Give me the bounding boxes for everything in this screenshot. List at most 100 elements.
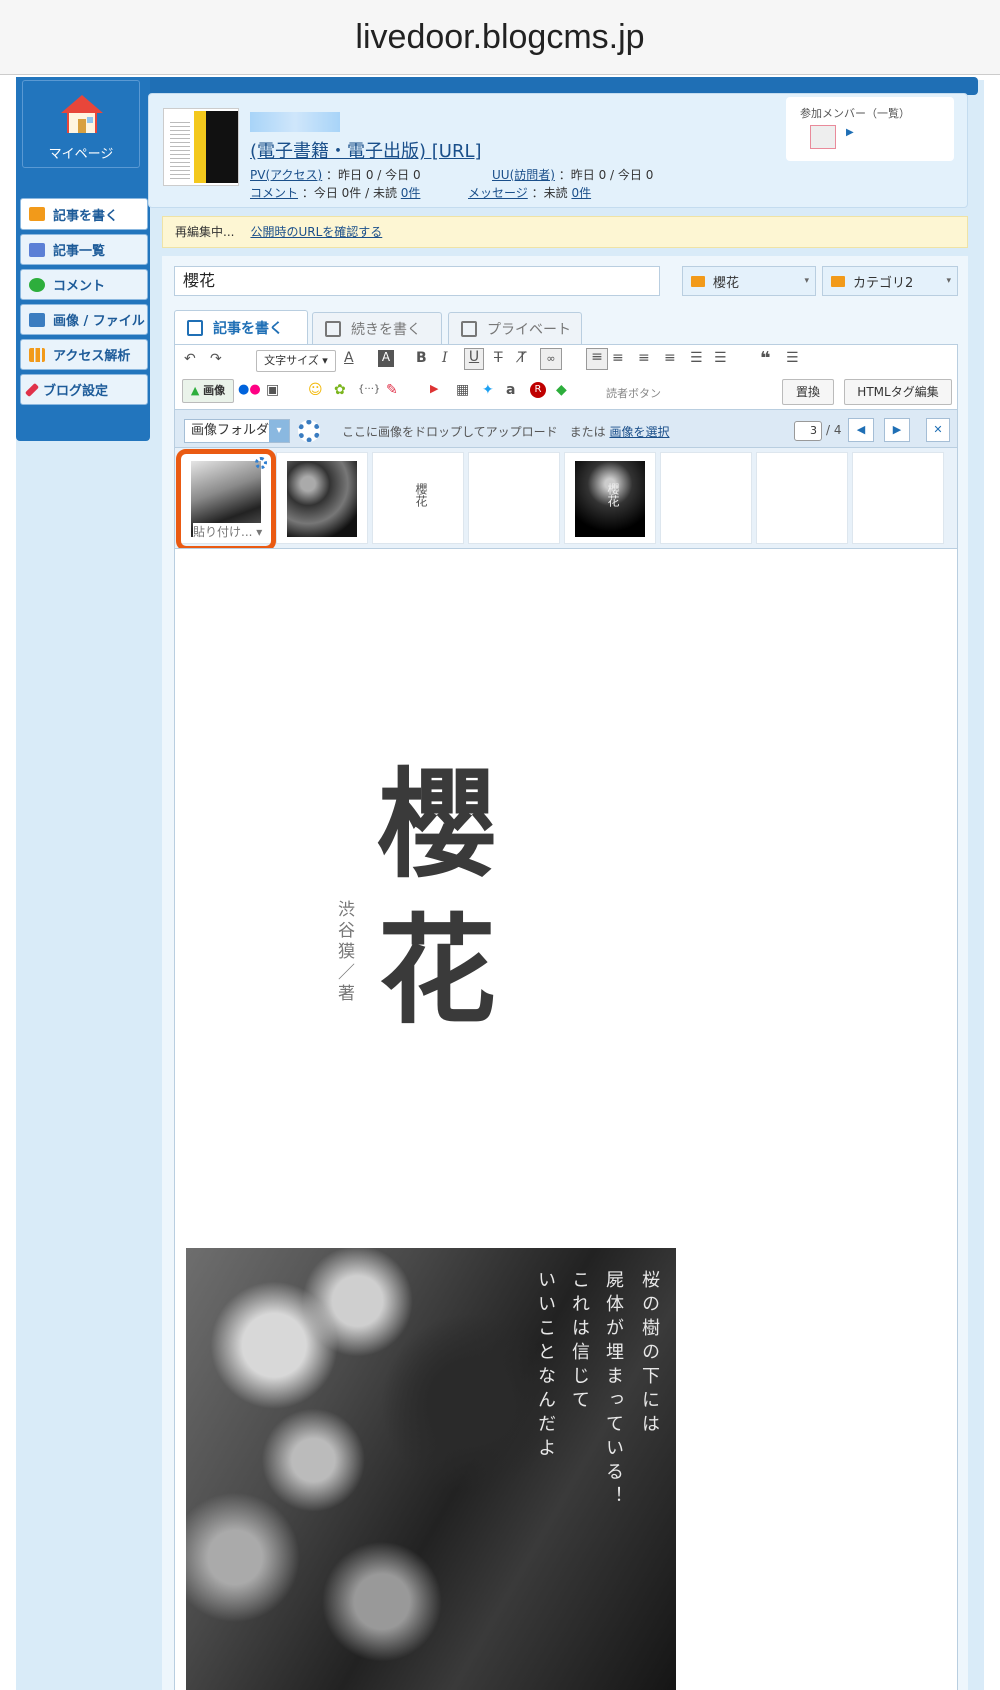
edit-icon [325, 320, 341, 337]
drop-zone-text: ここに画像をドロップしてアップロード または 画像を選択 [342, 425, 670, 439]
sidebar-item-label: ブログ設定 [43, 384, 109, 399]
image-thumbnail[interactable] [852, 452, 944, 544]
link-icon[interactable]: ∞ [540, 348, 562, 370]
sidebar-item-label: コメント [53, 279, 106, 294]
sidebar-item-settings[interactable]: ブログ設定 [20, 374, 148, 405]
font-size-select[interactable]: 文字サイズ ▾ [256, 350, 336, 372]
align-right-icon[interactable]: ≡ [638, 350, 650, 366]
wrench-icon [24, 382, 40, 397]
bold-icon[interactable]: B [416, 350, 427, 366]
align-left-icon[interactable]: ≡ [586, 348, 608, 370]
poem-line: これは信じて [569, 1270, 590, 1414]
public-url-link[interactable]: 公開時のURLを確認する [250, 225, 382, 239]
amazon-icon[interactable]: a [506, 382, 515, 398]
emoji-icon[interactable]: ☺ [308, 382, 323, 398]
background-color-icon[interactable]: A [378, 350, 394, 367]
cover-title: 櫻花 [377, 755, 496, 1040]
justify-icon[interactable]: ≡ [664, 350, 676, 366]
italic-icon[interactable]: I [442, 350, 448, 366]
house-icon [61, 95, 103, 133]
documents-icon [29, 242, 45, 257]
clear-format-icon[interactable]: T̸ [518, 350, 527, 366]
sidebar-item-write[interactable]: 記事を書く [20, 198, 148, 230]
twitter-icon[interactable]: ✦ [482, 382, 494, 398]
mypage-button[interactable]: マイページ [22, 80, 140, 168]
editing-notice: 再編集中... 公開時のURLを確認する [162, 216, 968, 248]
font-color-icon[interactable]: A [344, 350, 354, 366]
calendar-icon[interactable]: ▦ [456, 382, 469, 398]
code-icon[interactable]: {···} [358, 384, 380, 395]
blurred-blog-name [250, 112, 340, 132]
undo-icon[interactable]: ↶ [184, 351, 196, 367]
picture-icon: ▲ [190, 384, 200, 397]
instagram-icon[interactable]: ▣ [266, 382, 279, 398]
image-folder-select[interactable]: 画像フォルダ ▾ [184, 419, 290, 443]
sidebar-item-comments[interactable]: コメント [20, 269, 148, 300]
sticker-icon[interactable]: ✿ [334, 382, 346, 398]
comment-unread-link[interactable]: 0件 [401, 186, 421, 200]
blog-thumbnail[interactable] [163, 108, 239, 186]
image-thumbnail[interactable]: 櫻花 [564, 452, 656, 544]
message-link[interactable]: メッセージ [468, 186, 528, 200]
tab-write[interactable]: 記事を書く [174, 310, 308, 344]
image-thumbnail[interactable]: 櫻花 [372, 452, 464, 544]
gear-icon[interactable] [298, 420, 320, 442]
indent-icon[interactable]: ☰ [786, 350, 799, 366]
bar-chart-icon [29, 347, 45, 362]
image-insert-button[interactable]: ▲ 画像 [182, 379, 234, 403]
tab-private[interactable]: プライベート [448, 312, 582, 344]
youtube-icon[interactable]: ▶ [430, 382, 438, 395]
edit-icon [187, 319, 203, 336]
poem-line: いいことなんだよ [535, 1270, 556, 1462]
strikethrough-icon[interactable]: T [494, 350, 503, 366]
triangle-right-icon[interactable]: ▶ [846, 127, 854, 138]
sidebar-item-analytics[interactable]: アクセス解析 [20, 339, 148, 370]
sidebar-item-label: 記事を書く [53, 208, 119, 224]
evernote-icon[interactable]: ◆ [556, 382, 567, 398]
next-page-button[interactable]: ▶ [884, 418, 910, 442]
members-title[interactable]: 参加メンバー（一覧） [800, 105, 910, 121]
align-center-icon[interactable]: ≡ [612, 350, 624, 366]
close-icon[interactable]: ✕ [926, 418, 950, 442]
uu-stat: UU(訪問者) ：昨日 0 / 今日 0 [492, 168, 654, 182]
pencil-icon [29, 207, 45, 221]
category-select-2[interactable]: カテゴリ2 ▾ [822, 266, 958, 296]
html-edit-button[interactable]: HTMLタグ編集 [844, 379, 952, 405]
image-thumbnail[interactable] [756, 452, 848, 544]
image-file-icon [29, 312, 45, 327]
member-avatar[interactable] [810, 125, 836, 149]
cover-author: 渋谷獏／著 [334, 900, 354, 1005]
image-thumbnail[interactable] [276, 452, 368, 544]
pv-stat: PV(アクセス) ：昨日 0 / 今日 0 [250, 168, 421, 182]
prev-page-button[interactable]: ◀ [848, 418, 874, 442]
tab-continue[interactable]: 続きを書く [312, 312, 442, 344]
page-number-input[interactable]: 3 [794, 421, 822, 441]
category-select-1[interactable]: 櫻花 ▾ [682, 266, 816, 296]
quote-icon[interactable]: ❝ [760, 348, 771, 369]
comment-link[interactable]: コメント [250, 186, 298, 200]
browser-url-bar[interactable]: livedoor.blogcms.jp [0, 0, 1000, 75]
sidebar-item-articles[interactable]: 記事一覧 [20, 234, 148, 265]
uu-link[interactable]: UU(訪問者) [492, 168, 555, 182]
numbered-list-icon[interactable]: ☰ [714, 350, 727, 366]
bullet-list-icon[interactable]: ☰ [690, 350, 703, 366]
message-unread-link[interactable]: 0件 [571, 186, 591, 200]
select-image-link[interactable]: 画像を選択 [609, 425, 669, 439]
sidebar-item-images[interactable]: 画像 / ファイル [20, 304, 148, 335]
redo-icon[interactable]: ↷ [210, 351, 222, 367]
pv-link[interactable]: PV(アクセス) [250, 168, 322, 182]
flickr-icon[interactable]: ●● [238, 382, 261, 397]
image-thumbnail[interactable] [468, 452, 560, 544]
article-title-input[interactable]: 櫻花 [174, 266, 660, 296]
dropdown-arrow-icon: ▾ [269, 420, 289, 442]
rakuten-icon[interactable]: R [530, 382, 546, 398]
folder-icon [831, 275, 845, 287]
underline-icon[interactable]: U [464, 348, 484, 370]
replace-button[interactable]: 置換 [782, 379, 834, 405]
blog-title-link[interactable]: (電子書籍・電子出版) [URL] [250, 137, 482, 163]
image-thumbnail[interactable] [660, 452, 752, 544]
mypage-label: マイページ [48, 147, 114, 162]
reader-button-label[interactable]: 読者ボタン [606, 385, 661, 401]
message-stat: メッセージ ：未読 0件 [468, 186, 592, 200]
marker-icon[interactable]: ✎ [386, 382, 398, 398]
